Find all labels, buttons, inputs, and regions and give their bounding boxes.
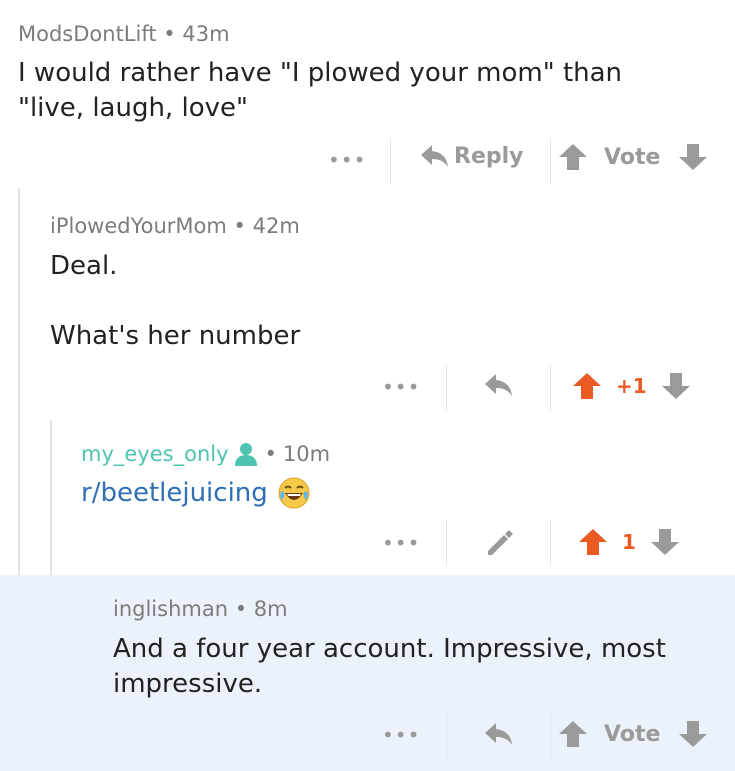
more-options-button[interactable]: •••: [382, 725, 420, 745]
divider: [550, 365, 551, 411]
more-options-button[interactable]: •••: [328, 150, 366, 170]
vote-controls: Vote: [558, 143, 708, 171]
vote-controls: 1: [578, 528, 680, 556]
divider: [550, 520, 551, 566]
score: +1: [616, 374, 647, 398]
comment-time: 43m: [182, 22, 230, 46]
edit-pencil-icon[interactable]: [484, 529, 514, 557]
more-options-button[interactable]: •••: [382, 533, 420, 553]
upvote-icon-active[interactable]: [578, 528, 608, 556]
comment-body: And a four year account. Impressive, mos…: [113, 634, 666, 699]
comment-time: 8m: [253, 597, 288, 621]
divider: [550, 713, 551, 759]
more-options-button[interactable]: •••: [382, 377, 420, 397]
comment-meta: ModsDontLift • 43m: [18, 22, 230, 46]
comment-author[interactable]: ModsDontLift: [18, 22, 157, 46]
thread-line-level-2: [50, 420, 52, 575]
downvote-icon[interactable]: [661, 372, 691, 400]
downvote-icon[interactable]: [678, 143, 708, 171]
subreddit-link[interactable]: r/beetlejuicing: [81, 476, 268, 511]
comment-body: r/beetlejuicing: [81, 475, 312, 511]
comment-body-line: What's her number: [50, 321, 301, 351]
downvote-icon[interactable]: [650, 528, 680, 556]
divider: [390, 138, 391, 184]
downvote-icon[interactable]: [678, 720, 708, 748]
meta-separator: •: [233, 214, 246, 238]
comment-author[interactable]: iPlowedYourMom: [50, 214, 227, 238]
upvote-icon[interactable]: [558, 143, 588, 171]
reply-icon[interactable]: [484, 372, 514, 398]
vote-controls: +1: [572, 372, 691, 400]
comment-author[interactable]: my_eyes_only: [81, 442, 229, 466]
meta-separator: •: [234, 597, 248, 621]
comment-body-line: Deal.: [50, 251, 118, 281]
comment-time: 42m: [252, 214, 300, 238]
user-icon: [233, 441, 259, 467]
divider: [446, 713, 447, 759]
comment-author[interactable]: inglishman: [113, 597, 228, 621]
comment-meta: inglishman • 8m: [113, 597, 288, 621]
upvote-icon-active[interactable]: [572, 372, 602, 400]
divider: [446, 520, 447, 566]
reply-label: Reply: [454, 143, 524, 169]
reply-button[interactable]: Reply: [420, 143, 524, 169]
comment-meta: my_eyes_only • 10m: [81, 441, 330, 467]
meta-separator: •: [163, 22, 176, 46]
vote-controls: Vote: [558, 720, 708, 748]
score: 1: [622, 530, 636, 554]
reply-icon[interactable]: [484, 721, 514, 747]
divider: [446, 365, 447, 411]
divider: [550, 138, 551, 184]
thread-line-level-1: [18, 188, 20, 575]
vote-label: Vote: [604, 721, 661, 747]
upvote-icon[interactable]: [558, 720, 588, 748]
comment-time: 10m: [282, 442, 331, 466]
meta-separator: •: [264, 442, 277, 466]
comment-body: I would rather have "I plowed your mom" …: [18, 58, 623, 123]
comment-meta: iPlowedYourMom • 42m: [50, 214, 300, 238]
laughing-emoji-icon: [276, 475, 312, 511]
comment-highlighted: inglishman • 8m And a four year account.…: [0, 575, 735, 771]
vote-label: Vote: [604, 144, 661, 170]
reply-icon: [420, 143, 450, 169]
